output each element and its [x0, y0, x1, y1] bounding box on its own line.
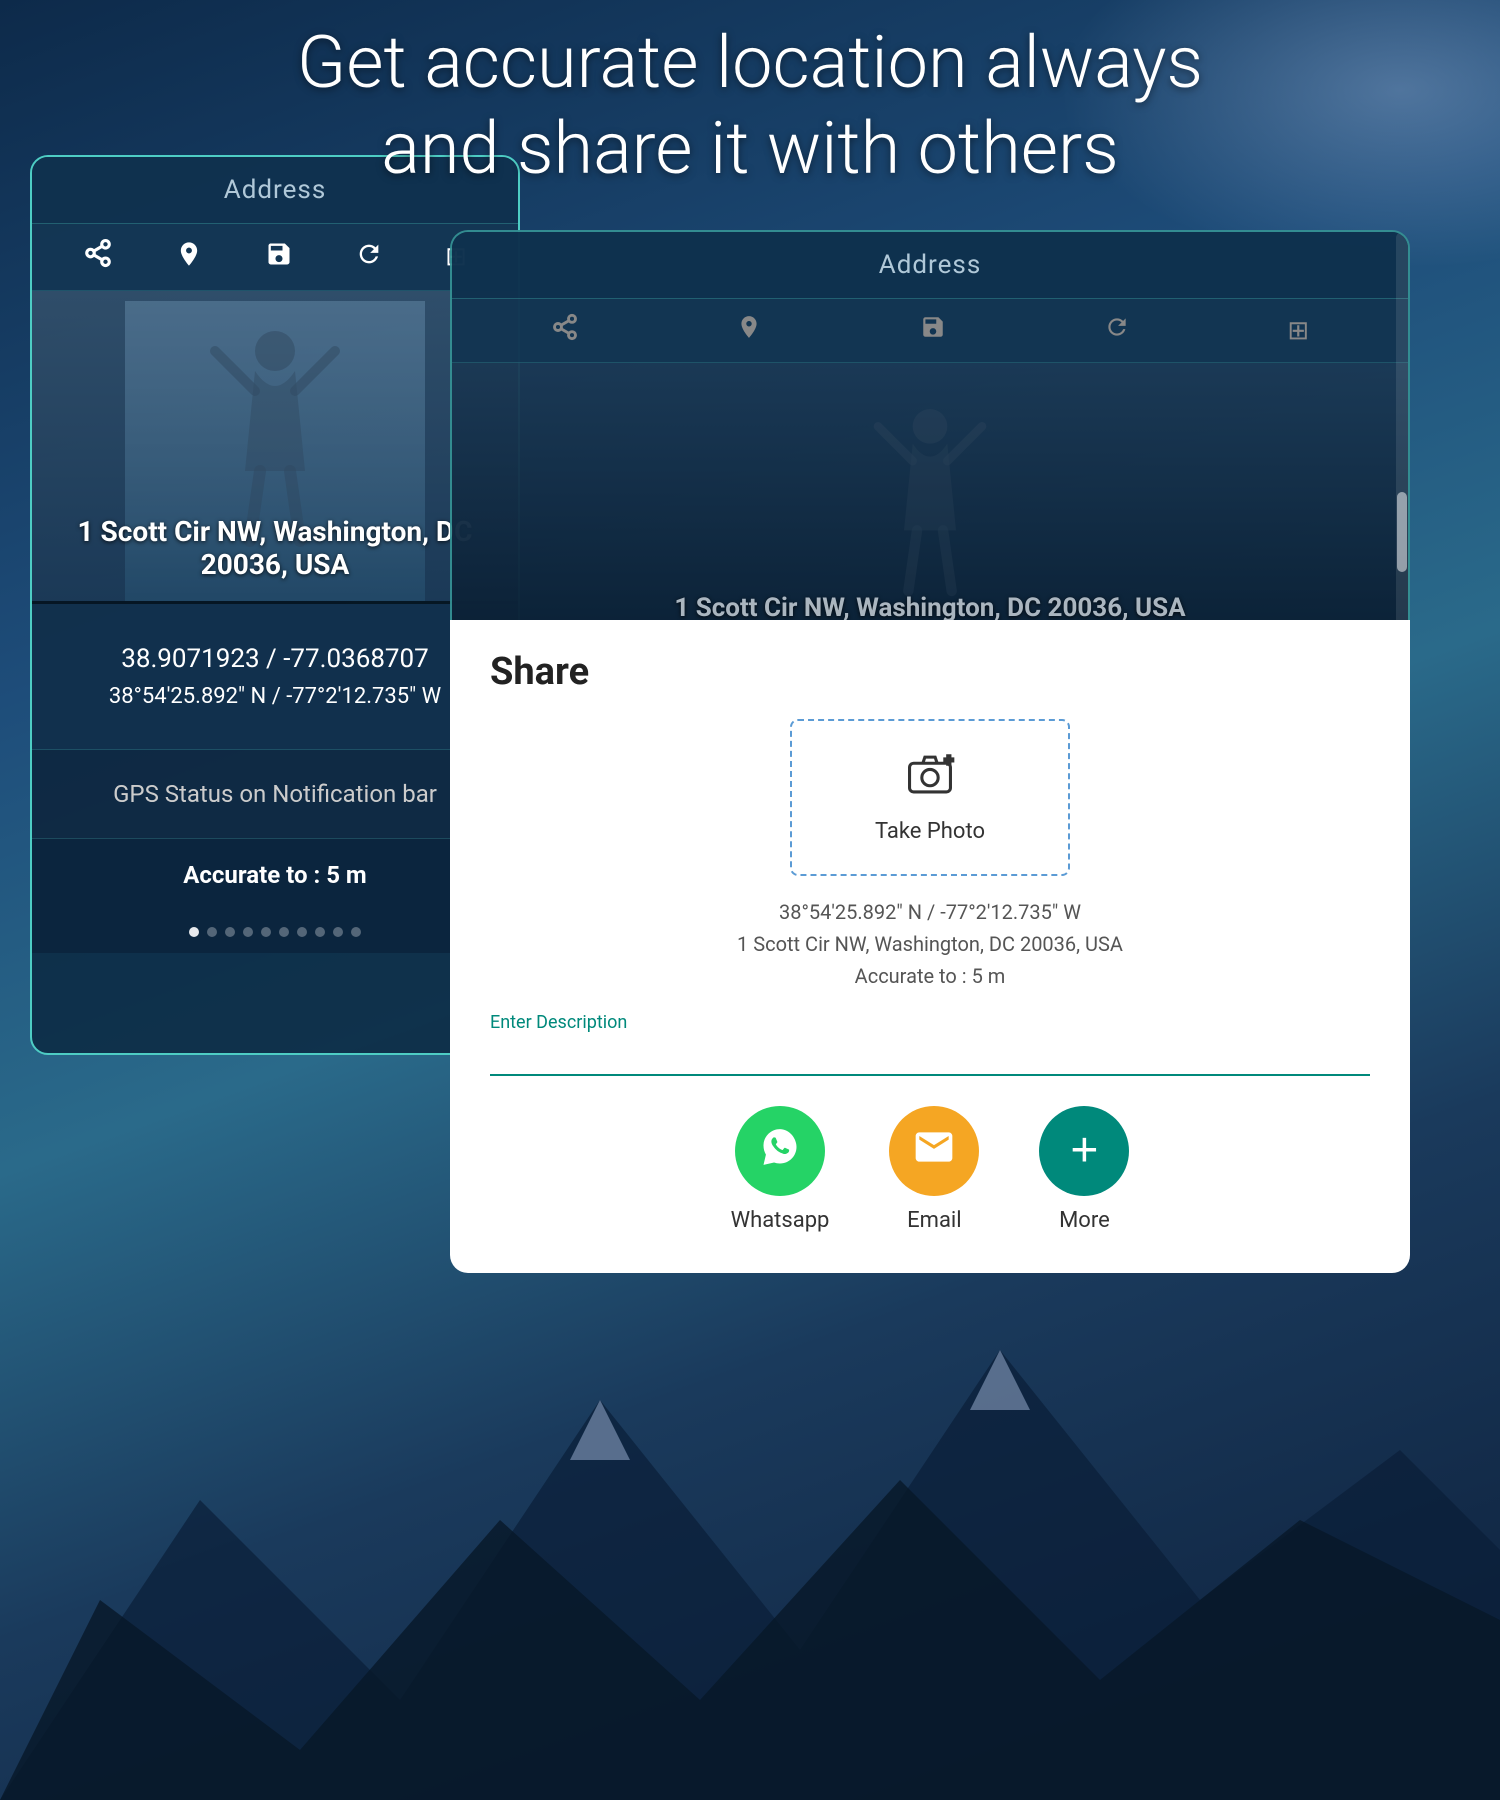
carousel-dots	[32, 911, 518, 953]
dot-8[interactable]	[315, 927, 325, 937]
save-icon-right[interactable]	[920, 314, 946, 347]
share-title: Share	[490, 650, 1370, 694]
share-accuracy: Accurate to : 5 m	[490, 960, 1370, 992]
email-label: Email	[907, 1208, 961, 1233]
dot-6[interactable]	[279, 927, 289, 937]
camera-icon: +	[905, 751, 955, 807]
email-icon	[912, 1125, 956, 1178]
location-icon-right[interactable]	[736, 314, 762, 347]
location-icon-left[interactable]	[175, 240, 203, 275]
grid-icon-right[interactable]: ⊞	[1287, 316, 1309, 346]
description-input[interactable]	[490, 1039, 1370, 1076]
dot-9[interactable]	[333, 927, 343, 937]
email-button[interactable]	[889, 1106, 979, 1196]
share-buttons-row: Whatsapp Email + More	[490, 1106, 1370, 1233]
email-btn-wrap: Email	[889, 1106, 979, 1233]
card-right-image: 1 Scott Cir NW, Washington, DC 20036, US…	[452, 363, 1408, 643]
dot-4[interactable]	[243, 927, 253, 937]
whatsapp-button[interactable]	[735, 1106, 825, 1196]
share-icon-right[interactable]	[551, 313, 579, 348]
more-button[interactable]: +	[1039, 1106, 1129, 1196]
share-panel: Share + Take Photo 38°54'25.892" N / -77…	[450, 620, 1410, 1273]
dot-5[interactable]	[261, 927, 271, 937]
gps-status: GPS Status on Notification bar	[32, 750, 518, 839]
description-label: Enter Description	[490, 1012, 1370, 1033]
accuracy-left: Accurate to : 5 m	[32, 839, 518, 911]
save-icon-left[interactable]	[265, 240, 293, 275]
card-left-image: 1 Scott Cir NW, Washington, DC 20036, US…	[32, 291, 518, 601]
whatsapp-label: Whatsapp	[731, 1208, 830, 1233]
hero-title: Get accurate location always and share i…	[0, 20, 1500, 193]
take-photo-box[interactable]: + Take Photo	[790, 719, 1070, 876]
scrollbar-thumb[interactable]	[1397, 492, 1407, 572]
whatsapp-icon	[758, 1125, 802, 1178]
mountain-background	[0, 1200, 1500, 1800]
card-left-address: 1 Scott Cir NW, Washington, DC 20036, US…	[32, 515, 518, 581]
card-right-address: 1 Scott Cir NW, Washington, DC 20036, US…	[452, 593, 1408, 623]
card-left-toolbar: ⊞	[32, 224, 518, 291]
dot-2[interactable]	[207, 927, 217, 937]
refresh-icon-right[interactable]	[1104, 314, 1130, 347]
dot-3[interactable]	[225, 927, 235, 937]
more-label: More	[1059, 1208, 1110, 1233]
card-left: Address ⊞	[30, 155, 520, 1055]
share-address: 1 Scott Cir NW, Washington, DC 20036, US…	[490, 928, 1370, 960]
card-right-toolbar: ⊞	[452, 299, 1408, 363]
dot-10[interactable]	[351, 927, 361, 937]
more-btn-wrap: + More	[1039, 1106, 1129, 1233]
share-icon-left[interactable]	[83, 238, 113, 276]
whatsapp-btn-wrap: Whatsapp	[731, 1106, 830, 1233]
svg-text:+: +	[944, 751, 953, 769]
card-right-header: Address	[452, 232, 1408, 299]
dot-1[interactable]	[189, 927, 199, 937]
take-photo-label: Take Photo	[875, 819, 985, 844]
share-info-text: 38°54'25.892" N / -77°2'12.735" W 1 Scot…	[490, 896, 1370, 992]
share-coords: 38°54'25.892" N / -77°2'12.735" W	[490, 896, 1370, 928]
card-left-coords: 38.9071923 / -77.0368707 38°54'25.892" N…	[32, 604, 518, 750]
more-plus-icon: +	[1070, 1127, 1098, 1175]
refresh-icon-left[interactable]	[355, 240, 383, 275]
coords-decimal: 38.9071923 / -77.0368707	[52, 644, 498, 674]
dot-7[interactable]	[297, 927, 307, 937]
coords-dms: 38°54'25.892" N / -77°2'12.735" W	[52, 684, 498, 709]
